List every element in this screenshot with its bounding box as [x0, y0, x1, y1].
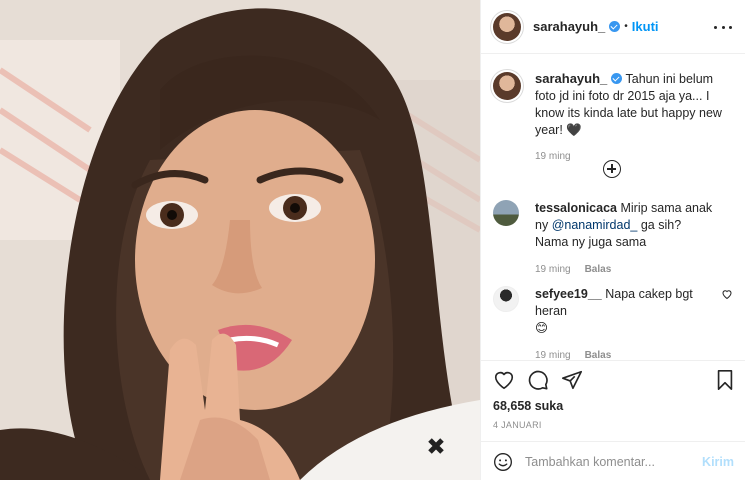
commenter-avatar[interactable] [493, 286, 519, 312]
more-options-icon[interactable] [714, 18, 732, 36]
comment-body: tessalonicaca Mirip sama anak ny @nanami… [535, 200, 713, 278]
send-button[interactable]: Kirim [702, 455, 734, 469]
load-more-comments-icon[interactable] [603, 160, 621, 178]
comment-input[interactable] [525, 454, 685, 469]
post-side-panel: sarahayuh_ • Ikuti sarahayuh_ Tahun ini … [480, 0, 745, 480]
comment-emoji: 😊 [535, 321, 549, 335]
commenter-username[interactable]: sefyee19__ [535, 287, 602, 301]
emoji-icon[interactable] [493, 452, 513, 472]
caption-body: sarahayuh_ Tahun ini belum foto jd ini f… [535, 70, 733, 165]
comment-body: sefyee19__ Napa cakep bgt heran 😊 19 min… [535, 286, 713, 364]
caption-avatar[interactable] [493, 72, 521, 100]
comment-item: tessalonicaca Mirip sama anak ny @nanami… [493, 200, 733, 278]
avatar[interactable] [493, 12, 521, 41]
comment-meta: 19 ming Balas [535, 261, 713, 278]
comment-icon[interactable] [527, 369, 549, 391]
like-count[interactable]: 68,658 suka [493, 399, 563, 413]
post-actions: 68,658 suka 4 JANUARI Kirim [481, 360, 745, 480]
like-comment-icon[interactable] [721, 288, 733, 300]
comment-composer: Kirim [481, 441, 745, 480]
bookmark-button[interactable] [714, 369, 736, 391]
share-icon[interactable] [561, 369, 583, 391]
action-icons [493, 369, 583, 391]
comment-timestamp[interactable]: 19 ming [535, 264, 571, 275]
separator-dot: • [624, 21, 628, 32]
verified-badge-icon [611, 73, 623, 84]
heart-icon[interactable] [493, 369, 515, 391]
follow-button[interactable]: Ikuti [632, 19, 659, 34]
commenter-username[interactable]: tessalonicaca [535, 201, 617, 215]
post-date[interactable]: 4 JANUARI [493, 420, 542, 430]
post-caption: sarahayuh_ Tahun ini belum foto jd ini f… [493, 70, 733, 165]
post-header: sarahayuh_ • Ikuti [481, 0, 745, 54]
comment-item: sefyee19__ Napa cakep bgt heran 😊 19 min… [493, 286, 733, 364]
verified-badge-icon [609, 21, 621, 32]
bookmark-icon[interactable] [714, 369, 736, 391]
reply-button[interactable]: Balas [585, 264, 612, 275]
commenter-avatar[interactable] [493, 200, 519, 226]
instagram-post-view: sarahayuh_ • Ikuti sarahayuh_ Tahun ini … [0, 0, 745, 480]
post-photo[interactable] [0, 0, 480, 480]
mention-link[interactable]: @nanamirdad_ [552, 218, 638, 232]
caption-timestamp[interactable]: 19 ming [535, 148, 733, 165]
author-username[interactable]: sarahayuh_ [533, 19, 605, 34]
portrait-image [0, 0, 480, 480]
caption-username[interactable]: sarahayuh_ [535, 71, 607, 86]
